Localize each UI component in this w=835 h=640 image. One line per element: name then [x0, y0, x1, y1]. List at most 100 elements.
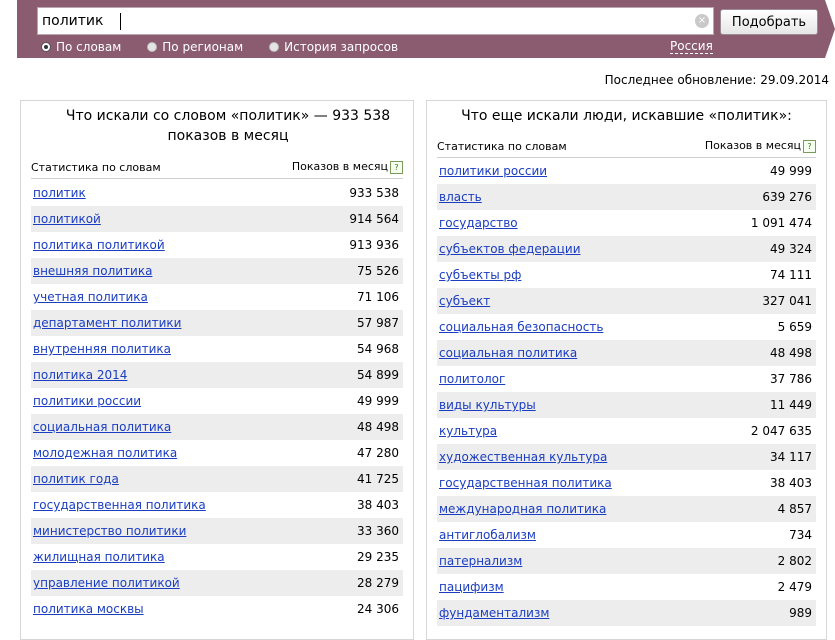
table-row: политика 2014 54 899	[31, 362, 403, 388]
query-link[interactable]: международная политика	[439, 502, 606, 516]
mode-by-regions[interactable]: По регионам	[147, 40, 243, 54]
impressions-count: 47 280	[357, 446, 399, 460]
impressions-count: 74 111	[770, 268, 812, 282]
header-bar: × Подобрать По словам По регионам Истори…	[17, 0, 825, 58]
query-link[interactable]: власть	[439, 190, 482, 204]
query-link[interactable]: политики россии	[33, 394, 141, 408]
query-link[interactable]: субъекты рф	[439, 268, 521, 282]
query-link[interactable]: министерство политики	[33, 524, 186, 538]
query-link[interactable]: управление политикой	[33, 576, 180, 590]
impressions-count: 71 106	[357, 290, 399, 304]
query-link[interactable]: внутренняя политика	[33, 342, 171, 356]
radio-icon[interactable]	[147, 42, 158, 52]
query-link[interactable]: художественная культура	[439, 450, 607, 464]
query-link[interactable]: антиглобализм	[439, 528, 536, 542]
impressions-count: 38 403	[770, 476, 812, 490]
impressions-count: 49 999	[357, 394, 399, 408]
last-update: Последнее обновление: 29.09.2014	[604, 73, 829, 87]
query-link[interactable]: политолог	[439, 372, 505, 386]
table-row: власть 639 276	[437, 184, 816, 210]
table-header: Статистика по словам Показов в месяц?	[31, 159, 403, 179]
query-link[interactable]: политик	[33, 186, 86, 200]
query-link[interactable]: политика политикой	[33, 238, 165, 252]
query-link[interactable]: департамент политики	[33, 316, 181, 330]
impressions-count: 49 324	[770, 242, 812, 256]
query-link[interactable]: патернализм	[439, 554, 522, 568]
table-row: политики россии 49 999	[437, 158, 816, 184]
table-row: политик 933 538	[31, 180, 403, 206]
impressions-count: 24 306	[357, 602, 399, 616]
impressions-count: 54 968	[357, 342, 399, 356]
query-link[interactable]: фундаментализм	[439, 606, 549, 620]
query-link[interactable]: политика москвы	[33, 602, 144, 616]
query-link[interactable]: социальная политика	[33, 420, 171, 434]
table-row: социальная безопасность 5 659	[437, 314, 816, 340]
mode-label: История запросов	[284, 40, 399, 54]
query-link[interactable]: внешняя политика	[33, 264, 152, 278]
query-link[interactable]: жилищная политика	[33, 550, 165, 564]
mode-history[interactable]: История запросов	[269, 40, 398, 54]
table-row: субъектов федерации 49 324	[437, 236, 816, 262]
impressions-count: 28 279	[357, 576, 399, 590]
search-button[interactable]: Подобрать	[720, 9, 818, 35]
query-link[interactable]: государственная политика	[439, 476, 612, 490]
column-header-phrase: Статистика по словам	[437, 139, 567, 153]
radio-selected-icon[interactable]	[41, 42, 51, 52]
table-row: субъект 327 041	[437, 288, 816, 314]
table-row: международная политика 4 857	[437, 496, 816, 522]
table-row: государство 1 091 474	[437, 210, 816, 236]
help-icon[interactable]: ?	[803, 139, 816, 153]
impressions-count: 327 041	[762, 294, 812, 308]
query-link[interactable]: политик года	[33, 472, 119, 486]
query-link[interactable]: государство	[439, 216, 518, 230]
query-link[interactable]: культура	[439, 424, 497, 438]
table-row: субъекты рф 74 111	[437, 262, 816, 288]
query-link[interactable]: социальная политика	[439, 346, 577, 360]
table-row: антиглобализм 734	[437, 522, 816, 548]
table-row: государственная политика 38 403	[31, 492, 403, 518]
clear-icon[interactable]: ×	[695, 14, 709, 28]
query-link[interactable]: государственная политика	[33, 498, 206, 512]
table-row: политика политикой 913 936	[31, 232, 403, 258]
mode-by-words[interactable]: По словам	[41, 40, 121, 54]
table-row: политикой 914 564	[31, 206, 403, 232]
panel-title: Что еще искали люди, искавшие «политик»:	[461, 108, 792, 124]
impressions-count: 734	[789, 528, 812, 542]
table-row: молодежная политика 47 280	[31, 440, 403, 466]
radio-icon[interactable]	[269, 42, 280, 52]
panel-title: Что искали со словом «политик» — 933 538…	[65, 108, 391, 144]
table-row: политика москвы 24 306	[31, 596, 403, 622]
table-row: социальная политика 48 498	[437, 340, 816, 366]
table-row: политолог 37 786	[437, 366, 816, 392]
query-link[interactable]: пацифизм	[439, 580, 504, 594]
impressions-count: 4 857	[777, 502, 812, 516]
impressions-count: 933 538	[349, 186, 399, 200]
impressions-count: 11 449	[770, 398, 812, 412]
table-row: политик года 41 725	[31, 466, 403, 492]
impressions-count: 41 725	[357, 472, 399, 486]
table-row: управление политикой 28 279	[31, 570, 403, 596]
impressions-count: 75 526	[357, 264, 399, 278]
column-header-count: Показов в месяц?	[292, 160, 403, 174]
query-link[interactable]: политика 2014	[33, 368, 127, 382]
table-body: политики россии 49 999 власть 639 276 госуда…	[437, 158, 816, 626]
table-body: политик 933 538 политикой 914 564 политика п…	[31, 180, 403, 622]
panel-related-queries: Что еще искали люди, искавшие «политик»:…	[426, 100, 827, 640]
table-row: культура 2 047 635	[437, 418, 816, 444]
query-link[interactable]: молодежная политика	[33, 446, 177, 460]
query-link[interactable]: субъект	[439, 294, 490, 308]
impressions-count: 2 479	[777, 580, 812, 594]
impressions-count: 914 564	[349, 212, 399, 226]
region-selector[interactable]: Россия	[670, 39, 713, 54]
query-link[interactable]: учетная политика	[33, 290, 148, 304]
table-row: виды культуры 11 449	[437, 392, 816, 418]
search-input[interactable]	[42, 11, 682, 31]
query-link[interactable]: политикой	[33, 212, 101, 226]
query-link[interactable]: политики россии	[439, 164, 547, 178]
panel-words-with-query: Что искали со словом «политик» — 933 538…	[20, 100, 414, 640]
table-row: государственная политика 38 403	[437, 470, 816, 496]
query-link[interactable]: виды культуры	[439, 398, 536, 412]
query-link[interactable]: субъектов федерации	[439, 242, 581, 256]
help-icon[interactable]: ?	[390, 160, 403, 174]
query-link[interactable]: социальная безопасность	[439, 320, 603, 334]
